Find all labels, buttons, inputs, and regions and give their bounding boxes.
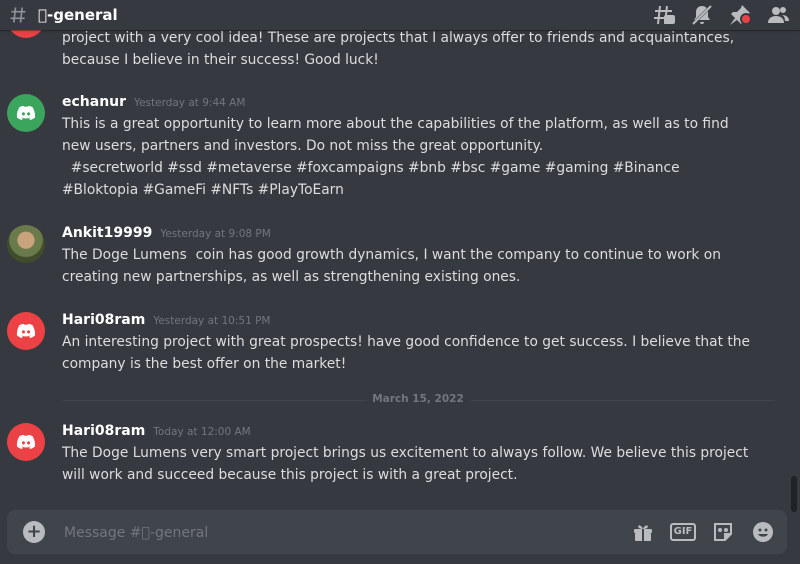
message-author[interactable]: Hari08ram bbox=[62, 312, 145, 328]
avatar[interactable] bbox=[7, 94, 45, 132]
date-divider-label: March 15, 2022 bbox=[366, 393, 470, 405]
message-content: project with a very cool idea! These are… bbox=[62, 30, 739, 68]
message-author[interactable]: Hari08ram bbox=[62, 423, 145, 439]
gif-button[interactable]: GIF bbox=[669, 520, 697, 544]
emoji-icon[interactable] bbox=[751, 520, 775, 544]
mute-icon[interactable] bbox=[690, 3, 714, 27]
channel-header:  -general bbox=[0, 0, 800, 30]
message-content: The Doge Lumens very smart project bring… bbox=[62, 445, 753, 483]
pin-icon[interactable] bbox=[728, 3, 752, 27]
sticker-icon[interactable] bbox=[711, 520, 735, 544]
message-author[interactable]: Ankit19999 bbox=[62, 225, 152, 241]
message-timestamp: Yesterday at 10:51 PM bbox=[153, 315, 271, 327]
gift-icon[interactable] bbox=[631, 520, 655, 544]
notification-dot bbox=[740, 13, 752, 25]
discord-logo-icon bbox=[16, 323, 36, 338]
plus-icon: + bbox=[26, 521, 42, 542]
message-content: An interesting project with great prospe… bbox=[62, 334, 755, 372]
hash-icon bbox=[10, 7, 26, 23]
message-timestamp: Yesterday at 9:44 AM bbox=[134, 97, 246, 109]
message-timestamp: Today at 12:00 AM bbox=[153, 426, 251, 438]
avatar[interactable] bbox=[7, 30, 45, 38]
message-content: The Doge Lumens coin has good growth dyn… bbox=[62, 247, 726, 285]
channel-name:  -general bbox=[38, 6, 118, 24]
threads-icon[interactable] bbox=[652, 3, 676, 27]
discord-logo-icon bbox=[16, 434, 36, 449]
message-input[interactable] bbox=[62, 518, 606, 548]
message-composer: + GIF bbox=[7, 510, 787, 554]
scrollbar[interactable] bbox=[790, 30, 798, 512]
message-content: This is a great opportunity to learn mor… bbox=[62, 116, 729, 198]
message-list: project with a very cool idea! These are… bbox=[0, 30, 790, 500]
message-timestamp: Yesterday at 9:08 PM bbox=[160, 228, 271, 240]
members-icon[interactable] bbox=[766, 3, 790, 27]
avatar[interactable] bbox=[7, 423, 45, 461]
gif-icon: GIF bbox=[669, 523, 697, 541]
date-divider: March 15, 2022 bbox=[62, 393, 774, 405]
discord-logo-icon bbox=[16, 105, 36, 120]
avatar[interactable] bbox=[7, 312, 45, 350]
add-attachment-button[interactable]: + bbox=[23, 521, 45, 543]
avatar[interactable] bbox=[7, 225, 45, 263]
scrollbar-thumb[interactable] bbox=[791, 476, 797, 512]
message-author[interactable]: echanur bbox=[62, 94, 126, 110]
